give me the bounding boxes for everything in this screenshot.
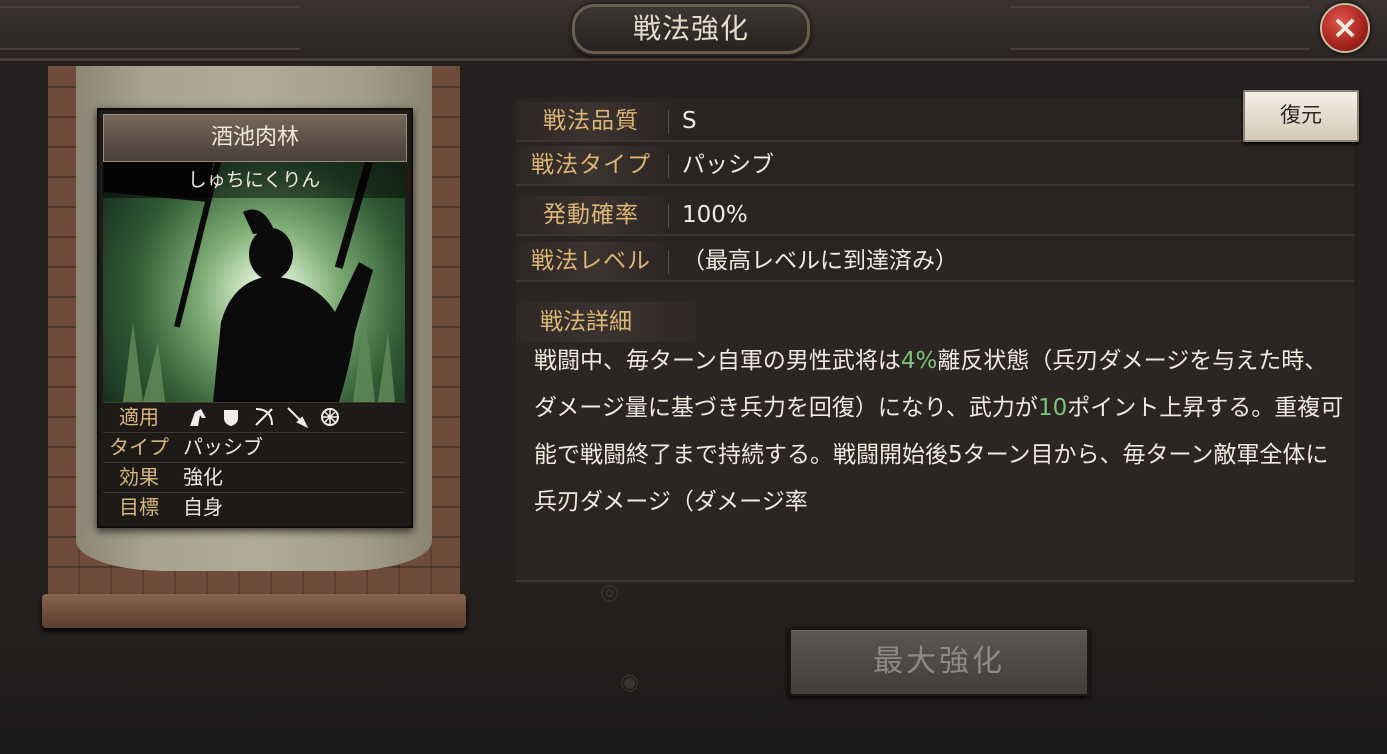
row-divider (516, 280, 1354, 282)
divider (668, 110, 669, 134)
close-icon: × (1331, 8, 1359, 46)
tactic-name: 酒池肉林 (210, 125, 299, 150)
window-title: 戦法強化 (632, 12, 749, 45)
reset-button[interactable]: 復元 (1243, 90, 1359, 142)
card-row-value: 自身 (183, 495, 223, 519)
divider (668, 250, 669, 274)
chance-label: 発動確率 (516, 196, 666, 234)
detail-label: 戦法詳細 (516, 302, 696, 342)
card-row-value: パッシブ (183, 435, 263, 459)
card-row-effect: 効果 強化 (103, 462, 405, 492)
detail-highlight: 10 (1037, 395, 1068, 421)
scroll-rod (42, 594, 466, 628)
max-enhance-button[interactable]: 最大強化 (789, 628, 1089, 696)
ornament (0, 6, 300, 50)
card-row-key: 適用 (119, 405, 159, 429)
row-divider (516, 234, 1354, 236)
type-row: 戦法タイプ パッシブ (516, 142, 1354, 186)
warrior-silhouette (103, 162, 395, 402)
level-row: 戦法レベル （最高レベルに到達済み） (516, 238, 1354, 282)
type-value: パッシブ (682, 152, 774, 178)
background-decoration: ◎ (600, 580, 620, 605)
reset-button-label: 復元 (1280, 103, 1322, 127)
siege-wheel-icon (321, 408, 340, 426)
detail-description: 戦闘中、毎ターン自軍の男性武将は4%離反状態（兵刃ダメージを与えた時、ダメージ量… (534, 338, 1346, 538)
scroll-fade (516, 512, 1354, 552)
unit-icons (187, 406, 347, 429)
card-row-key: 目標 (119, 495, 159, 519)
card-title-plate: 酒池肉林 (103, 114, 407, 162)
quality-row: 戦法品質 S (516, 98, 1354, 142)
level-label: 戦法レベル (516, 242, 666, 280)
ornament (1010, 6, 1310, 50)
divider (668, 154, 669, 178)
row-divider (516, 184, 1354, 186)
card-row-type: タイプ パッシブ (103, 432, 405, 462)
card-row-key: タイプ (109, 435, 169, 459)
title-plate: 戦法強化 (572, 4, 810, 54)
quality-label: 戦法品質 (516, 102, 666, 140)
max-enhance-label: 最大強化 (873, 644, 1005, 679)
shield-icon (224, 410, 239, 426)
detail-section[interactable]: 戦法詳細 戦闘中、毎ターン自軍の男性武将は4%離反状態（兵刃ダメージを与えた時、… (516, 292, 1354, 582)
background-decoration: ◉ (620, 670, 640, 695)
divider (668, 204, 669, 228)
tactic-card: 酒池肉林 しゅちにくりん 適用 タイプ パッシブ 効果 強化 目標 自身 (97, 108, 413, 528)
card-row-key: 効果 (119, 465, 159, 489)
reading-banner: しゅちにくりん (103, 162, 405, 198)
card-row-applicable: 適用 (103, 402, 405, 432)
card-info-rows: 適用 タイプ パッシブ 効果 強化 目標 自身 (103, 402, 405, 522)
chance-row: 発動確率 100% (516, 192, 1354, 236)
cavalry-icon (190, 409, 206, 426)
spear-icon (287, 407, 309, 429)
detail-highlight: 4% (900, 348, 938, 374)
bow-icon (255, 408, 274, 426)
close-button[interactable]: × (1320, 3, 1370, 53)
card-row-value: 強化 (183, 465, 223, 489)
card-row-target: 目標 自身 (103, 492, 405, 522)
detail-text-part: 戦闘中、毎ターン自軍の男性武将は (534, 348, 901, 374)
chance-value: 100% (682, 202, 748, 228)
type-label: 戦法タイプ (516, 146, 666, 184)
tactic-artwork: しゅちにくりん (103, 162, 405, 402)
quality-value: S (682, 108, 697, 134)
tactic-reading: しゅちにくりん (187, 169, 321, 191)
level-value: （最高レベルに到達済み） (682, 248, 958, 274)
